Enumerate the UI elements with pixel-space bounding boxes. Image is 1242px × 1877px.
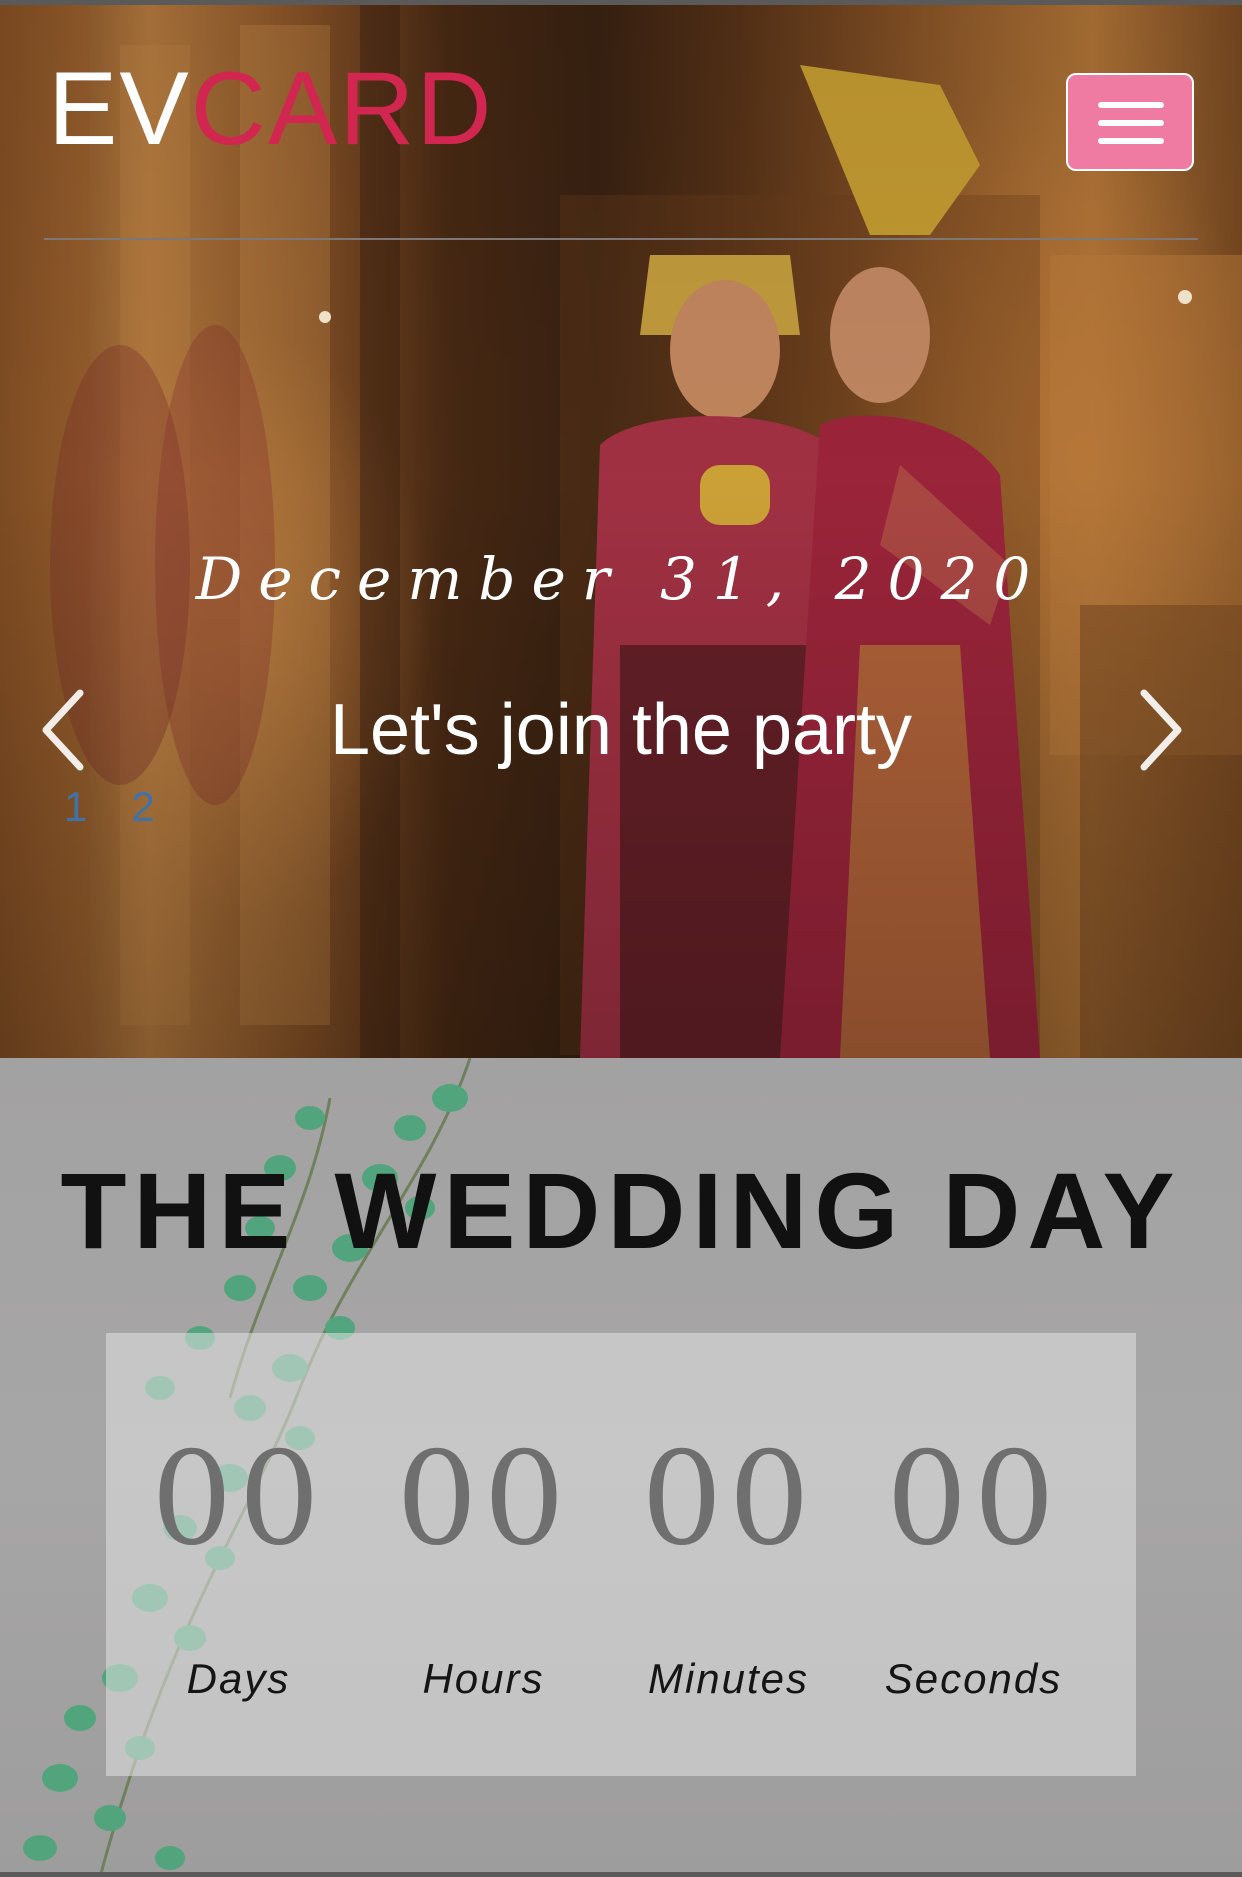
seconds-label: Seconds [884,1655,1063,1702]
wedding-day-section: THE WEDDING DAY 00 Days 00 Hours 00 Minu… [0,1058,1242,1877]
days-value: 00 [151,1425,326,1574]
minutes-label: Minutes [647,1655,810,1702]
header-divider [44,238,1198,240]
slider-page-2[interactable]: 2 [131,783,154,831]
top-edge [0,0,1242,5]
countdown-days: 00 Days [116,1333,361,1776]
logo-text-ev: EV [48,51,191,167]
logo-text-card: CARD [190,51,494,167]
slider-page-1[interactable]: 1 [64,783,87,831]
countdown-hours: 00 Hours [361,1333,606,1776]
days-label: Days [186,1655,291,1702]
countdown-seconds: 00 Seconds [851,1333,1096,1776]
countdown-minutes: 00 Minutes [606,1333,851,1776]
brand-logo[interactable]: EVCARD [48,57,493,161]
slider-prev-button[interactable] [36,685,96,775]
chevron-left-icon [42,689,84,771]
slider-pagination: 12 [64,783,199,831]
slider-next-button[interactable] [1128,685,1188,775]
hours-label: Hours [422,1655,545,1702]
wedding-date: December 31, 2020 [195,545,1047,613]
menu-button[interactable] [1066,73,1194,171]
bottom-edge [0,1872,1242,1877]
section-title: THE WEDDING DAY [60,1150,1182,1271]
countdown-timer: 00 Days 00 Hours 00 Minutes 00 Seconds [106,1333,1136,1776]
minutes-value: 00 [641,1425,816,1574]
slide-caption: Let's join the party [329,690,913,770]
seconds-value: 00 [886,1425,1061,1574]
hero-slider: EVCARD December 31, 2020 Let's join the … [0,5,1242,1058]
hours-value: 00 [396,1425,571,1574]
chevron-right-icon [1140,689,1182,771]
